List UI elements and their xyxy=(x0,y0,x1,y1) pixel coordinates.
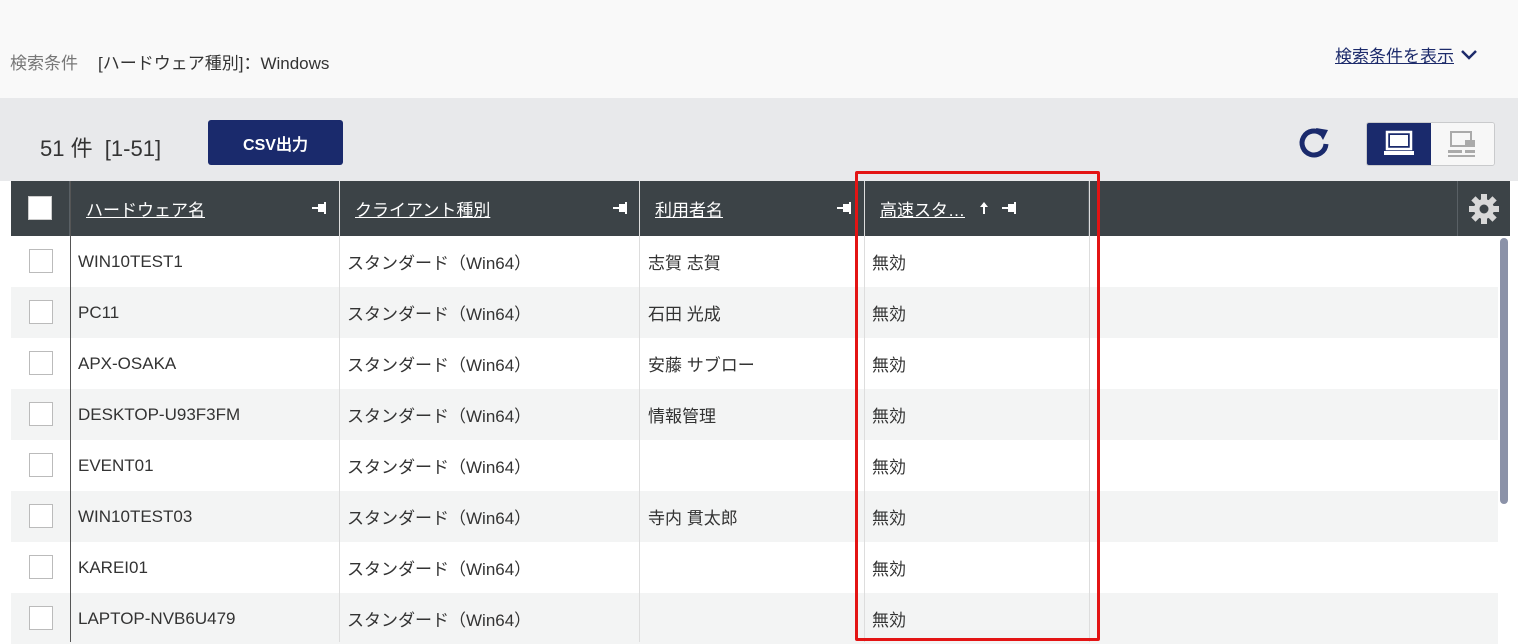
pin-icon[interactable] xyxy=(312,201,328,215)
table-body: WIN10TEST1 スタンダード（Win64） 志賀 志賀 無効 PC11 ス… xyxy=(11,236,1498,644)
column-divider xyxy=(639,181,640,642)
column-fast-startup[interactable]: 高速スタ… xyxy=(880,196,965,221)
refresh-icon[interactable] xyxy=(1296,124,1332,160)
pin-icon[interactable] xyxy=(837,201,853,215)
cell-client-type: スタンダード（Win64） xyxy=(347,254,532,273)
cell-user-name: 志賀 志賀 xyxy=(648,254,721,273)
table-header: ハードウェア名 クライアント種別 利用者名 高速スタ… xyxy=(11,181,1510,236)
result-count: 51 件 [1-51] xyxy=(40,136,162,161)
header-client-type: クライアント種別 xyxy=(340,181,640,236)
header-user-name: 利用者名 xyxy=(640,181,865,236)
pin-icon[interactable] xyxy=(613,201,629,215)
table-row[interactable]: PC11 スタンダード（Win64） 石田 光成 無効 xyxy=(11,287,1498,338)
show-conditions-link[interactable]: 検索条件を表示 xyxy=(1335,42,1478,67)
cell-user-name: 安藤 サブロー xyxy=(648,356,755,375)
cell-hardware-name: LAPTOP-NVB6U479 xyxy=(78,608,236,628)
table-row[interactable]: EVENT01 スタンダード（Win64） 無効 xyxy=(11,440,1498,491)
cell-fast-startup: 無効 xyxy=(872,458,906,477)
header-fast-startup: 高速スタ… xyxy=(865,181,1089,236)
column-divider xyxy=(864,181,865,642)
row-checkbox[interactable] xyxy=(29,300,53,324)
row-checkbox[interactable] xyxy=(29,351,53,375)
cell-client-type: スタンダード（Win64） xyxy=(347,509,532,528)
cell-hardware-name: WIN10TEST1 xyxy=(78,251,183,271)
cell-client-type: スタンダード（Win64） xyxy=(347,356,532,375)
column-divider xyxy=(70,181,71,642)
column-client-type[interactable]: クライアント種別 xyxy=(355,196,490,221)
header-select-all xyxy=(11,181,70,236)
cell-fast-startup: 無効 xyxy=(872,407,906,426)
cell-fast-startup: 無効 xyxy=(872,254,906,273)
cell-client-type: スタンダード（Win64） xyxy=(347,305,532,324)
sort-up-icon[interactable] xyxy=(978,201,990,215)
computer-icon xyxy=(1383,130,1414,155)
csv-export-button[interactable]: CSV出力 xyxy=(208,120,343,165)
filter-label: 検索条件 xyxy=(10,54,78,73)
cell-fast-startup: 無効 xyxy=(872,356,906,375)
cell-user-name: 情報管理 xyxy=(648,407,716,426)
cell-user-name: 石田 光成 xyxy=(648,305,721,324)
cell-hardware-name: EVENT01 xyxy=(78,455,154,475)
header-hardware-name: ハードウェア名 xyxy=(70,181,340,236)
network-icon xyxy=(1448,131,1476,157)
table-row[interactable]: DESKTOP-U93F3FM スタンダード（Win64） 情報管理 無効 xyxy=(11,389,1498,440)
view-toggle xyxy=(1366,122,1495,166)
column-divider xyxy=(1089,181,1090,642)
cell-hardware-name: PC11 xyxy=(78,302,120,322)
pin-icon[interactable] xyxy=(1002,201,1018,215)
row-checkbox[interactable] xyxy=(29,453,53,477)
filter-value: [ハードウェア種別]：Windows xyxy=(98,54,330,73)
header-settings xyxy=(1457,181,1510,236)
show-conditions-label: 検索条件を表示 xyxy=(1335,47,1454,66)
row-checkbox[interactable] xyxy=(29,504,53,528)
toolbar: 51 件 [1-51] CSV出力 xyxy=(0,98,1518,181)
chevron-down-icon xyxy=(1461,49,1477,60)
row-checkbox[interactable] xyxy=(29,555,53,579)
cell-user-name: 寺内 貫太郎 xyxy=(648,509,738,528)
row-checkbox[interactable] xyxy=(29,249,53,273)
cell-fast-startup: 無効 xyxy=(872,611,906,630)
cell-client-type: スタンダード（Win64） xyxy=(347,407,532,426)
row-checkbox[interactable] xyxy=(29,606,53,630)
cell-hardware-name: DESKTOP-U93F3FM xyxy=(78,404,241,424)
view-network-button[interactable] xyxy=(1430,123,1494,165)
gear-icon[interactable] xyxy=(1468,193,1500,225)
scrollbar-thumb[interactable] xyxy=(1500,238,1508,504)
cell-client-type: スタンダード（Win64） xyxy=(347,560,532,579)
select-all-checkbox[interactable] xyxy=(28,196,52,220)
cell-hardware-name: APX-OSAKA xyxy=(78,353,177,373)
table-row[interactable]: LAPTOP-NVB6U479 スタンダード（Win64） 無効 xyxy=(11,593,1498,644)
cell-hardware-name: WIN10TEST03 xyxy=(78,506,193,526)
table-row[interactable]: KAREI01 スタンダード（Win64） 無効 xyxy=(11,542,1498,593)
column-user-name[interactable]: 利用者名 xyxy=(655,196,723,221)
cell-fast-startup: 無効 xyxy=(872,305,906,324)
cell-fast-startup: 無効 xyxy=(872,509,906,528)
table-row[interactable]: APX-OSAKA スタンダード（Win64） 安藤 サブロー 無効 xyxy=(11,338,1498,389)
row-checkbox[interactable] xyxy=(29,402,53,426)
cell-client-type: スタンダード（Win64） xyxy=(347,458,532,477)
cell-hardware-name: KAREI01 xyxy=(78,557,148,577)
filter-bar: 検索条件 [ハードウェア種別]：Windows 検索条件を表示 xyxy=(0,0,1518,98)
cell-fast-startup: 無効 xyxy=(872,560,906,579)
column-divider xyxy=(339,181,340,642)
table-row[interactable]: WIN10TEST03 スタンダード（Win64） 寺内 貫太郎 無効 xyxy=(11,491,1498,542)
view-computer-button[interactable] xyxy=(1367,123,1431,165)
cell-client-type: スタンダード（Win64） xyxy=(347,611,532,630)
table-row[interactable]: WIN10TEST1 スタンダード（Win64） 志賀 志賀 無効 xyxy=(11,236,1498,287)
column-hardware-name[interactable]: ハードウェア名 xyxy=(86,196,205,221)
